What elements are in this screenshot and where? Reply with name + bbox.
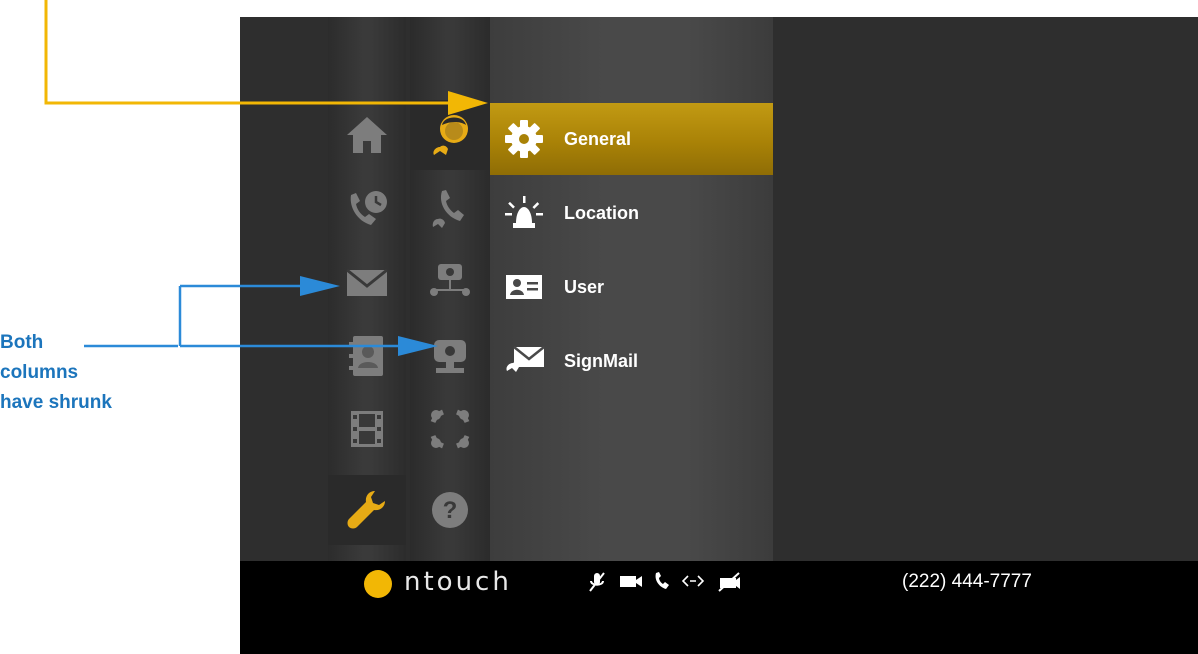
annotation-line: Both xyxy=(0,332,44,353)
sync-icon[interactable] xyxy=(410,394,490,464)
menu-item-user[interactable]: User xyxy=(490,251,773,323)
connection-icon xyxy=(680,571,706,591)
menu-item-label: SignMail xyxy=(564,350,639,371)
main-nav-column xyxy=(328,17,406,561)
annotation-text: Both columns have shrunk xyxy=(0,328,112,418)
status-bar: ntouch (222) 444-7777 xyxy=(240,561,1198,654)
call-history-icon[interactable] xyxy=(328,174,406,244)
annotation-line: columns xyxy=(0,362,79,383)
figure: ? General Location User SignMail ntouch … xyxy=(0,0,1198,654)
no-video-icon xyxy=(716,571,742,593)
gear-icon xyxy=(502,117,546,161)
camera-settings-icon[interactable] xyxy=(410,321,490,391)
phone-icon xyxy=(653,571,671,591)
menu-item-label: User xyxy=(564,276,605,297)
settings-wrench-icon[interactable] xyxy=(328,475,406,545)
video-center-icon[interactable] xyxy=(328,394,406,464)
user-card-icon xyxy=(502,265,546,309)
menu-item-location[interactable]: Location xyxy=(490,177,773,249)
contacts-icon[interactable] xyxy=(328,321,406,391)
general-settings-menu: General Location User SignMail xyxy=(490,17,773,561)
ntouch-logo-text: ntouch xyxy=(404,567,512,597)
call-settings-icon[interactable] xyxy=(410,174,490,244)
network-settings-icon[interactable] xyxy=(410,247,490,317)
svg-text:?: ? xyxy=(443,497,458,524)
ntouch-screen: ? General Location User SignMail ntouch … xyxy=(240,17,1198,654)
sorenson-logo-icon xyxy=(364,570,392,598)
menu-item-signmail[interactable]: SignMail xyxy=(490,325,773,397)
menu-item-label: General xyxy=(564,128,632,149)
menu-item-general[interactable]: General xyxy=(490,103,773,175)
signmail-icon[interactable] xyxy=(328,247,406,317)
home-icon[interactable] xyxy=(328,100,406,170)
signmail-settings-icon xyxy=(502,339,546,383)
personal-settings-icon[interactable] xyxy=(410,100,490,170)
mic-muted-icon xyxy=(587,571,607,593)
help-icon[interactable]: ? xyxy=(410,475,490,545)
video-camera-icon xyxy=(618,571,644,591)
phone-number: (222) 444-7777 xyxy=(902,571,1032,592)
settings-nav-column: ? xyxy=(410,17,490,561)
annotation-line: have shrunk xyxy=(0,392,112,413)
menu-item-label: Location xyxy=(564,202,639,223)
alert-light-icon xyxy=(502,191,546,235)
